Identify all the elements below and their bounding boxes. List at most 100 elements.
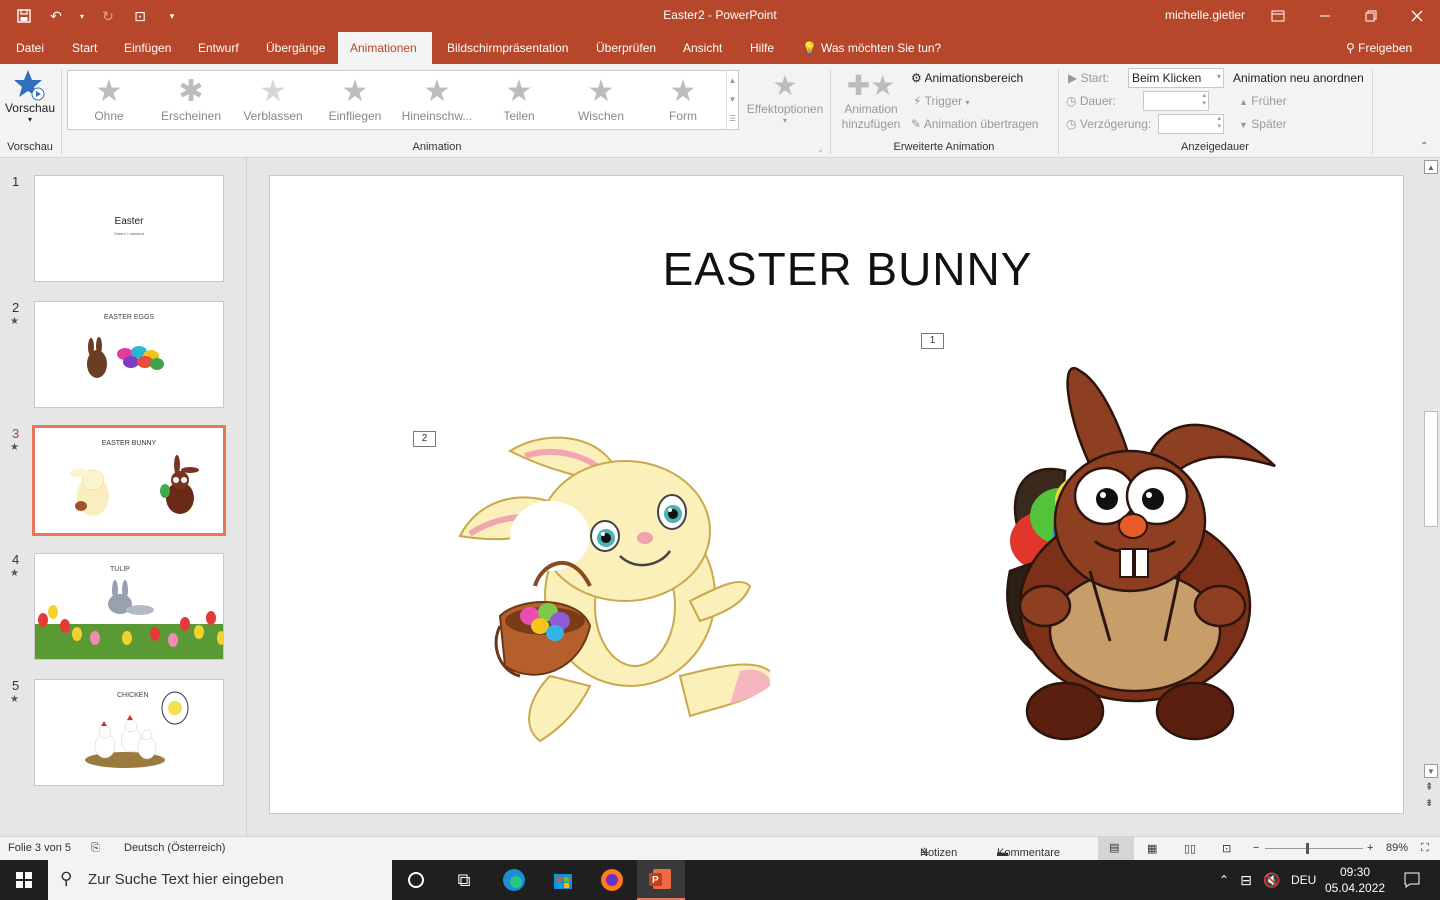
user-name[interactable]: michelle.gietler (1165, 8, 1245, 22)
share-button[interactable]: ⚲ Freigeben (1334, 32, 1424, 64)
animation-order-tag-1[interactable]: 1 (921, 333, 944, 349)
preview-button[interactable]: Vorschau ▾ (4, 68, 56, 134)
zoom-slider-thumb[interactable] (1306, 843, 1309, 854)
minimize-icon[interactable] (1313, 4, 1337, 28)
brown-bunny-image[interactable] (985, 341, 1285, 741)
network-icon[interactable]: ⊟ (1232, 860, 1260, 900)
slide-thumbnail-3[interactable]: EASTER BUNNY (32, 425, 226, 536)
animation-pane-button[interactable]: ⚙ Animationsbereich (911, 71, 1023, 85)
animation-einfliegen[interactable]: ★ Einfliegen (315, 75, 395, 127)
zoom-slider[interactable] (1265, 848, 1363, 849)
spellcheck-icon[interactable]: ⎘ (91, 842, 100, 855)
slide-sorter-icon[interactable]: ▦ (1147, 842, 1157, 855)
add-animation-button[interactable]: ✚★ Animation hinzufügen (835, 70, 907, 132)
chevron-down-icon[interactable]: ▼ (727, 90, 738, 109)
delay-label-text: Verzögerung: (1079, 117, 1152, 131)
thumb-number: 2 (12, 300, 20, 315)
collapse-ribbon-icon[interactable]: ⌃ (1420, 141, 1428, 152)
tab-uebergaenge[interactable]: Übergänge (254, 32, 337, 64)
add-animation-label: Animation hinzufügen (841, 102, 901, 131)
restore-icon[interactable] (1359, 4, 1383, 28)
group-label-animation: Animation (412, 141, 462, 153)
next-slide-icon[interactable]: ⇟ (1425, 798, 1433, 809)
slide-thumbnail-5[interactable]: CHICKEN (34, 679, 224, 786)
zoom-out-icon[interactable]: − (1253, 842, 1259, 854)
dialog-launcher-icon[interactable]: ⌟ (818, 143, 822, 154)
tab-ansicht[interactable]: Ansicht (671, 32, 734, 64)
animation-hineinschweben[interactable]: ★ Hineinschw... (397, 75, 477, 127)
tab-animationen[interactable]: Animationen (338, 32, 432, 64)
clock[interactable]: 09:30 05.04.2022 (1325, 864, 1385, 896)
language-indicator[interactable]: Deutsch (Österreich) (124, 842, 225, 854)
shape-star-icon: ★ (669, 75, 697, 108)
firefox-icon[interactable] (588, 860, 636, 900)
slide-thumbnail-2[interactable]: EASTER EGGS (34, 301, 224, 408)
tab-einfuegen[interactable]: Einfügen (112, 32, 183, 64)
effect-options-button[interactable]: ★ Effektoptionen ▾ (743, 70, 827, 125)
reorder-label: Animation neu anordnen (1233, 71, 1364, 85)
effect-options-label: Effektoptionen (746, 102, 824, 116)
slide-thumbnail-4[interactable]: TULIP (34, 553, 224, 660)
search-icon: ⚲ (60, 869, 73, 888)
chevron-up-icon[interactable]: ▲ (1424, 160, 1438, 174)
gallery-more-icon[interactable]: ☰ (727, 109, 738, 128)
close-icon[interactable] (1405, 4, 1429, 28)
slide-title[interactable]: EASTER BUNNY (270, 242, 1425, 296)
slide-thumbnail-1[interactable]: Easter Ostern / ostalova (34, 175, 224, 282)
move-earlier-button[interactable]: ▲ Früher (1239, 94, 1287, 108)
cortana-icon[interactable] (392, 860, 440, 900)
start-label: ▶ Start: (1068, 71, 1109, 85)
chevron-down-icon[interactable]: ▼ (1424, 764, 1438, 778)
animation-painter-button[interactable]: ✎ Animation übertragen (911, 117, 1038, 131)
animation-pane-icon: ⚙ (911, 71, 922, 85)
previous-slide-icon[interactable]: ⇞ (1425, 782, 1433, 793)
chevron-up-icon[interactable]: ▲ (727, 71, 738, 90)
float-in-star-icon: ★ (423, 75, 451, 108)
reading-view-icon[interactable]: ▯▯ (1184, 842, 1196, 855)
move-later-button[interactable]: ▼ Später (1239, 117, 1287, 131)
gallery-scrollbar[interactable]: ▲ ▼ ☰ (726, 71, 738, 129)
tab-datei[interactable]: Datei (4, 32, 56, 64)
tab-start[interactable]: Start (60, 32, 109, 64)
delay-field[interactable]: ▴ ▾ (1158, 114, 1224, 134)
tab-bildschirmpraesentation[interactable]: Bildschirmpräsentation (435, 32, 580, 64)
slide-vertical-scrollbar[interactable]: ▲ ▼ ⇞ ⇟ (1423, 158, 1440, 812)
animation-wischen[interactable]: ★ Wischen (561, 75, 641, 127)
duration-field[interactable]: ▴ ▾ (1143, 91, 1209, 111)
fit-to-window-icon[interactable]: ⛶ (1421, 842, 1429, 855)
clock-time: 09:30 (1339, 865, 1371, 879)
play-icon: ▶ (1068, 71, 1078, 85)
animation-verblassen[interactable]: ★ Verblassen (233, 75, 313, 127)
tell-me-search[interactable]: 💡 Was möchten Sie tun? (792, 32, 953, 64)
edge-icon[interactable] (490, 860, 538, 900)
slideshow-icon[interactable]: ⊡ (1222, 842, 1231, 855)
start-dropdown[interactable]: Beim Klicken ▾ (1128, 68, 1224, 88)
task-view-icon[interactable]: ⧉ (440, 860, 488, 900)
tab-entwurf[interactable]: Entwurf (186, 32, 251, 64)
slide-canvas[interactable]: EASTER BUNNY 1 2 (269, 175, 1404, 814)
notifications-icon[interactable] (1392, 860, 1432, 900)
powerpoint-taskbar-icon[interactable]: P (637, 860, 685, 900)
share-label: Freigeben (1358, 41, 1413, 55)
lightning-icon: ⚡ (913, 94, 922, 108)
taskbar-search[interactable]: ⚲ Zur Suche Text hier eingeben (48, 860, 392, 900)
zoom-in-icon[interactable]: + (1367, 842, 1373, 854)
volume-muted-icon[interactable]: 🔇 (1258, 860, 1286, 900)
windows-start-icon[interactable] (0, 860, 48, 900)
trigger-button[interactable]: ⚡ Trigger ▾ (913, 94, 970, 108)
ribbon-display-options-icon[interactable] (1266, 4, 1290, 28)
yellow-bunny-image[interactable] (440, 426, 770, 746)
input-language[interactable]: DEU (1291, 873, 1316, 887)
tab-hilfe[interactable]: Hilfe (738, 32, 786, 64)
gallery-item-label: Erscheinen (160, 109, 222, 123)
zoom-level[interactable]: 89% (1386, 842, 1408, 854)
store-icon[interactable] (539, 860, 587, 900)
scrollbar-thumb[interactable] (1424, 411, 1438, 527)
thumb-subtitle: Ostern / ostalova (113, 231, 145, 236)
animation-order-tag-2[interactable]: 2 (413, 431, 436, 447)
animation-teilen[interactable]: ★ Teilen (479, 75, 559, 127)
animation-form[interactable]: ★ Form (643, 75, 723, 127)
tab-ueberpruefen[interactable]: Überprüfen (584, 32, 668, 64)
animation-erscheinen[interactable]: ✱ Erscheinen (151, 75, 231, 127)
animation-ohne[interactable]: ★ Ohne (69, 75, 149, 127)
